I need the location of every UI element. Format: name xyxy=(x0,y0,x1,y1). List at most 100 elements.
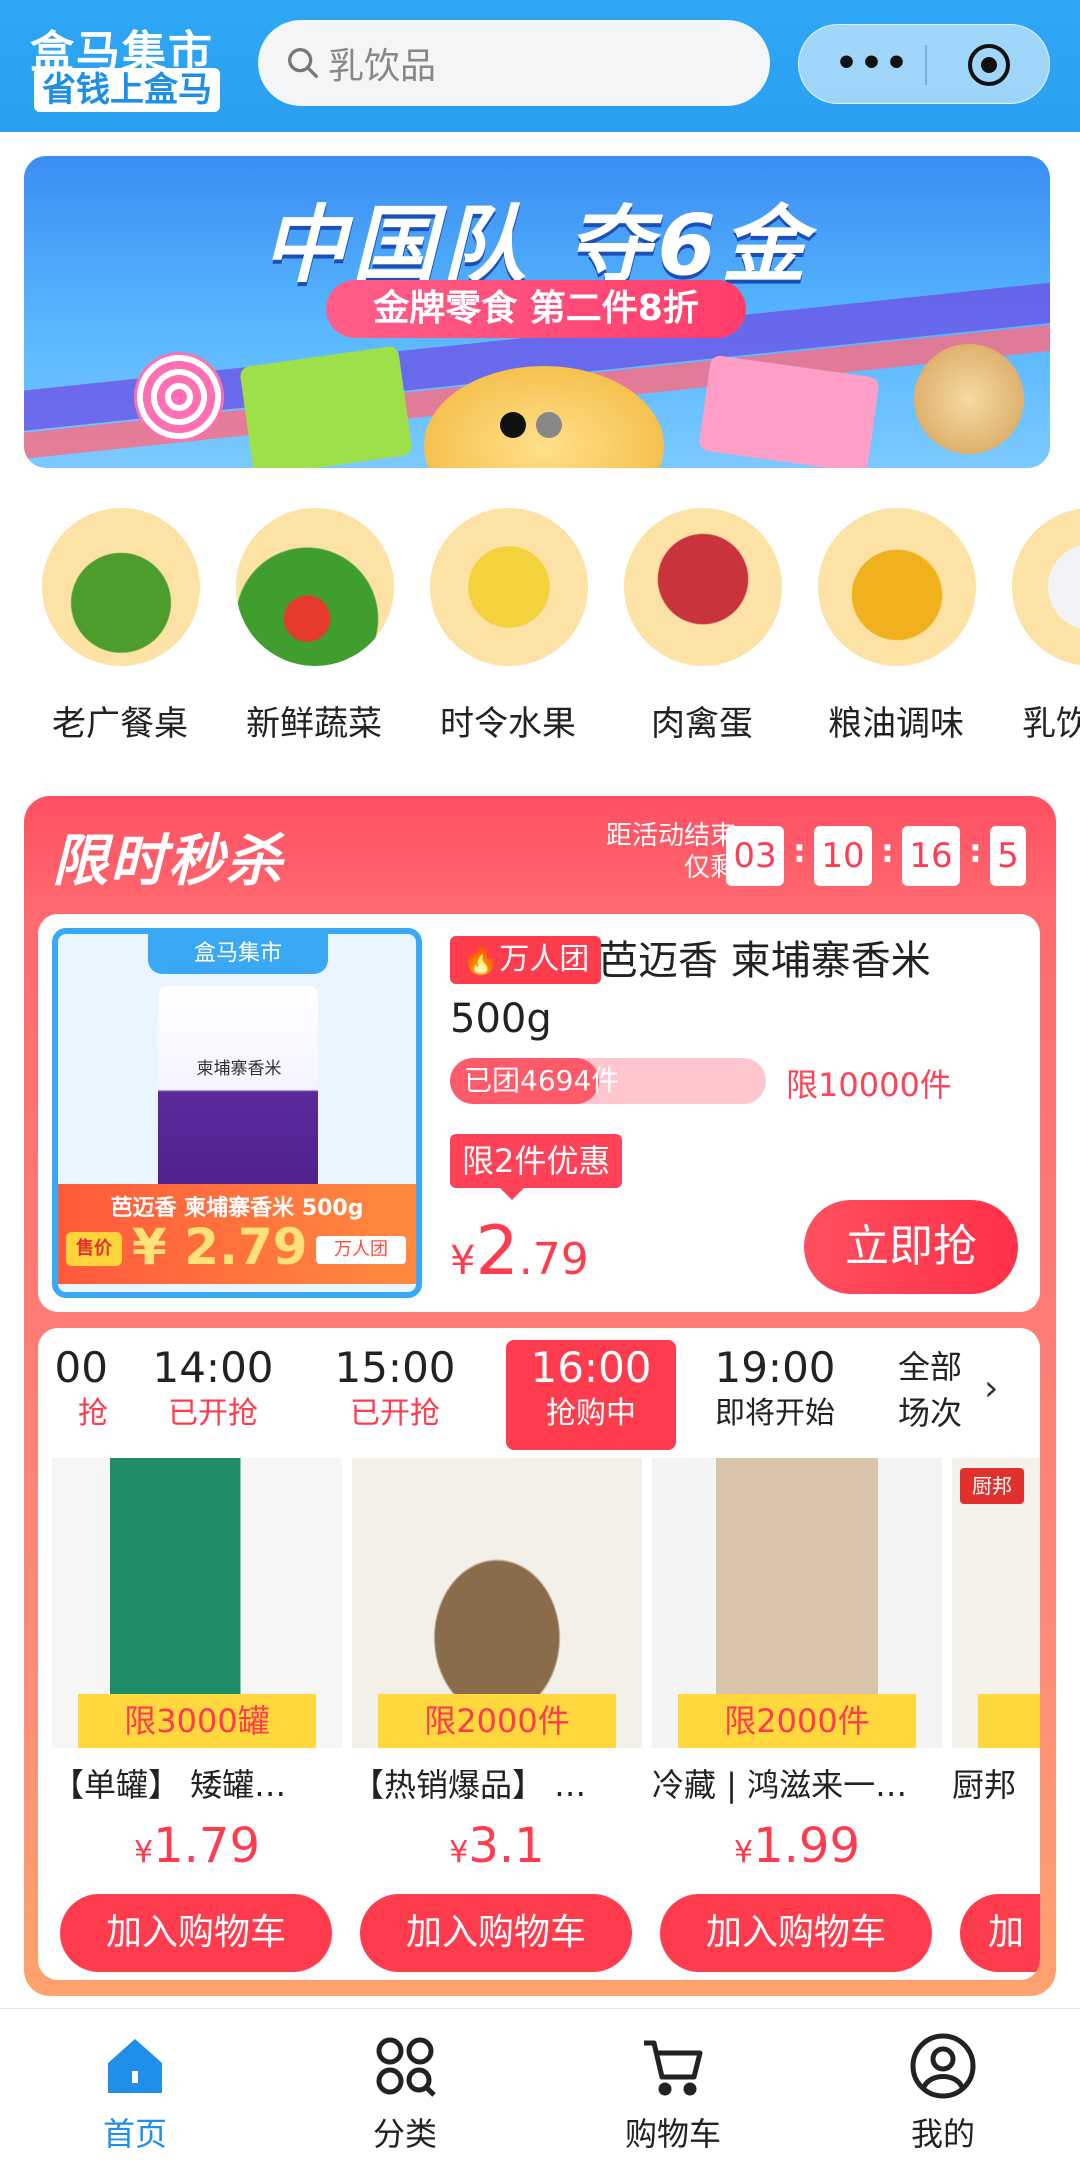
product-card[interactable]: 限2000件 【热销爆品】 … ¥3.1 加入购物车 xyxy=(352,1458,642,1972)
product-price: ¥2.79 xyxy=(450,1212,589,1291)
category-label: 时令水果 xyxy=(440,704,576,744)
slot-time: 00 xyxy=(54,1343,108,1392)
category-label: 肉禽蛋 xyxy=(651,704,753,744)
category-label: 粮油调味 xyxy=(828,704,964,744)
category-image xyxy=(1012,508,1080,666)
product-price: ¥1.99 xyxy=(652,1818,942,1874)
rice-bag-label: 柬埔寨香米 xyxy=(196,1059,282,1079)
tab-home[interactable]: 首页 xyxy=(60,2031,210,2159)
all-sessions-link[interactable]: 全部场次 xyxy=(898,1344,978,1436)
countdown-colon: : xyxy=(881,832,894,870)
pagination-dot-active[interactable] xyxy=(500,412,526,438)
price-integer: 2 xyxy=(475,1212,519,1291)
app-logo[interactable]: 盒马集市 省钱上盒马 xyxy=(30,16,225,114)
tab-profile[interactable]: 我的 xyxy=(868,2031,1018,2159)
countdown-seconds: 16 xyxy=(902,826,960,886)
time-slot-active[interactable]: 16:00 抢购中 xyxy=(506,1340,676,1450)
rice-bag-image xyxy=(158,986,318,1216)
chevron-right-icon[interactable]: › xyxy=(984,1368,998,1409)
offer-limit-tag: 限2件优惠 xyxy=(450,1134,623,1200)
stock-limit: 限10000件 xyxy=(786,1066,952,1104)
product-card[interactable]: 限2000件 冷藏 | 鸿滋来一… ¥1.99 加入购物车 xyxy=(652,1458,942,1972)
product-name: 冷藏 | 鸿滋来一… xyxy=(652,1766,908,1804)
price-symbol: ¥ xyxy=(449,1835,469,1870)
category-grid-icon xyxy=(376,2037,436,2097)
time-slot[interactable]: 19:00 即将开始 xyxy=(690,1340,860,1450)
price-value: 3.1 xyxy=(468,1818,545,1874)
product-card[interactable]: 厨邦 限 厨邦 加 xyxy=(952,1458,1040,1972)
slot-time: 15:00 xyxy=(334,1343,456,1392)
search-bar[interactable]: 乳饮品 xyxy=(258,20,770,106)
slot-time: 16:00 xyxy=(530,1343,652,1392)
tab-label: 我的 xyxy=(910,2115,975,2153)
pagination-dot[interactable] xyxy=(536,412,562,438)
tab-label: 分类 xyxy=(372,2115,437,2153)
flash-sale-title: 限时秒杀 xyxy=(52,829,284,894)
category-item[interactable]: 新鲜蔬菜 xyxy=(224,500,404,750)
tab-label: 首页 xyxy=(102,2115,167,2153)
session-list-card: 00 抢 14:00 已开抢 15:00 已开抢 16:00 抢购中 19:00… xyxy=(38,1328,1040,1980)
product-name: 【热销爆品】 … xyxy=(352,1766,587,1804)
slot-time: 14:00 xyxy=(152,1343,274,1392)
image-sale-tag: 售价 xyxy=(66,1232,122,1266)
category-item[interactable]: 乳饮 xyxy=(1000,500,1080,750)
top-bar: 盒马集市 省钱上盒马 乳饮品 ••• xyxy=(0,0,1080,132)
category-image xyxy=(236,508,394,666)
image-price: ¥ 2.79 xyxy=(132,1218,308,1276)
shopping-cart-icon xyxy=(644,2040,703,2096)
grab-now-button[interactable]: 立即抢 xyxy=(804,1200,1018,1294)
flash-sale-panel: 限时秒杀 距活动结束仅剩 03 : 10 : 16 : 5 盒马集市 柬埔寨香米… xyxy=(24,796,1056,1996)
home-icon xyxy=(108,2039,162,2093)
search-placeholder: 乳饮品 xyxy=(328,46,437,87)
category-item[interactable]: 老广餐桌 xyxy=(30,500,210,750)
sold-progress-bar: 已团4694件 xyxy=(450,1058,766,1104)
image-header: 盒马集市 xyxy=(148,934,328,974)
time-slot[interactable]: 14:00 已开抢 xyxy=(128,1340,298,1450)
tab-category[interactable]: 分类 xyxy=(330,2031,480,2159)
featured-product-image[interactable]: 盒马集市 柬埔寨香米 芭迈香 柬埔寨香米 500g 售价 ¥ 2.79 万人团 xyxy=(52,928,422,1298)
close-target-icon[interactable] xyxy=(965,41,1013,89)
price-symbol: ¥ xyxy=(734,1835,754,1870)
countdown-minutes: 10 xyxy=(814,826,872,886)
add-to-cart-button[interactable]: 加入购物车 xyxy=(360,1894,632,1972)
snack-image xyxy=(698,354,880,468)
slot-status: 即将开始 xyxy=(715,1396,835,1431)
category-item[interactable]: 肉禽蛋 xyxy=(612,500,792,750)
category-item[interactable]: 时令水果 xyxy=(418,500,598,750)
category-label: 老广餐桌 xyxy=(52,704,188,744)
time-slot[interactable]: 00 抢 xyxy=(38,1340,108,1450)
tab-label: 购物车 xyxy=(624,2115,721,2153)
lollipop-image xyxy=(134,352,224,442)
featured-product-card[interactable]: 盒马集市 柬埔寨香米 芭迈香 柬埔寨香米 500g 售价 ¥ 2.79 万人团 … xyxy=(38,914,1040,1312)
product-name: 【单罐】 矮罐… xyxy=(52,1766,287,1804)
category-image xyxy=(430,508,588,666)
sold-count: 已团4694件 xyxy=(464,1064,620,1097)
logo-slogan: 省钱上盒马 xyxy=(34,68,220,112)
time-slot[interactable]: 15:00 已开抢 xyxy=(310,1340,480,1450)
product-card[interactable]: 限3000罐 【单罐】 矮罐… ¥1.79 加入购物车 xyxy=(52,1458,342,1972)
product-limit: 限3000罐 xyxy=(78,1694,316,1748)
add-to-cart-button[interactable]: 加 xyxy=(960,1894,1040,1972)
group-buy-tag: 🔥万人团 xyxy=(450,936,602,984)
add-to-cart-button[interactable]: 加入购物车 xyxy=(60,1894,332,1972)
slot-status: 已开抢 xyxy=(350,1396,440,1431)
product-price: ¥1.79 xyxy=(52,1818,342,1874)
category-image xyxy=(42,508,200,666)
snack-image xyxy=(239,345,413,468)
mini-program-capsule: ••• xyxy=(798,24,1050,104)
countdown-tenths: 5 xyxy=(990,826,1026,886)
countdown-hours: 03 xyxy=(726,826,784,886)
add-to-cart-button[interactable]: 加入购物车 xyxy=(660,1894,932,1972)
banner-subtitle: 金牌零食 第二件8折 xyxy=(326,280,746,338)
tab-cart[interactable]: 购物车 xyxy=(598,2031,748,2159)
product-name: 厨邦 xyxy=(952,1766,1017,1804)
search-icon xyxy=(288,48,318,78)
user-profile-icon xyxy=(910,2033,976,2099)
product-limit: 限2000件 xyxy=(378,1694,616,1748)
more-icon[interactable]: ••• xyxy=(835,43,910,84)
price-value: 1.99 xyxy=(753,1818,860,1874)
bottom-tab-bar: 首页 分类 购物车 我的 xyxy=(0,2008,1080,2160)
countdown-colon: : xyxy=(969,832,982,870)
category-label: 乳饮 xyxy=(1022,704,1080,744)
category-item[interactable]: 粮油调味 xyxy=(806,500,986,750)
